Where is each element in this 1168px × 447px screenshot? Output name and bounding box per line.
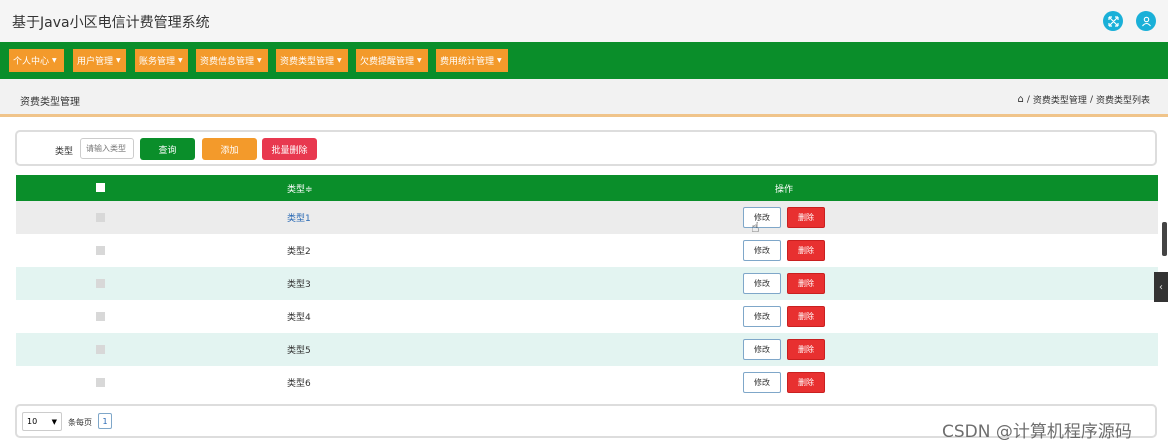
nav-item-label: 费用统计管理 bbox=[440, 57, 495, 67]
main-nav: 个人中心 ▼ 用户管理 ▼ 账务管理 ▼ 资费信息管理 ▼ 资费类型管理 ▼ 欠费提醒管理… bbox=[0, 42, 1168, 79]
nav-item-fee-statistics-management[interactable]: 费用统计管理 ▼ bbox=[436, 49, 508, 72]
type-cell: 类型6 bbox=[287, 379, 311, 389]
expand-icon[interactable] bbox=[1103, 11, 1123, 31]
type-cell: 类型5 bbox=[287, 346, 311, 356]
query-button[interactable]: 查询 bbox=[140, 138, 195, 160]
user-icon[interactable] bbox=[1136, 11, 1156, 31]
delete-button[interactable]: 删除 bbox=[787, 372, 825, 393]
type-cell: 类型1 bbox=[287, 214, 311, 224]
caret-down-icon: ▼ bbox=[257, 57, 262, 64]
row-checkbox[interactable] bbox=[96, 246, 105, 255]
nav-item-label: 账务管理 bbox=[139, 57, 176, 67]
nav-item-label: 资费信息管理 bbox=[200, 57, 255, 67]
nav-item-label: 欠费提醒管理 bbox=[360, 57, 415, 67]
actions-column-header: 操作 bbox=[775, 185, 794, 195]
caret-down-icon: ▼ bbox=[178, 57, 183, 64]
nav-item-account-management[interactable]: 账务管理 ▼ bbox=[135, 49, 188, 72]
tariff-type-table: 类型≑ 操作 类型1 修改 删除 类型2 修改 删除 类型3 修改 删除 类型4… bbox=[16, 175, 1158, 399]
breadcrumb-item-tariff-type-list: 资费类型列表 bbox=[1095, 96, 1150, 106]
table-row: 类型4 修改 删除 bbox=[16, 300, 1158, 333]
page-title: 资费类型管理 bbox=[20, 97, 80, 108]
breadcrumb: ⌂ / 资费类型管理 / 资费类型列表 bbox=[1018, 93, 1150, 106]
caret-down-icon: ▼ bbox=[337, 57, 342, 64]
edit-button[interactable]: 修改 bbox=[743, 306, 781, 327]
collapse-side-panel-icon[interactable]: ‹ bbox=[1154, 272, 1168, 302]
per-page-label: 条每页 bbox=[68, 418, 92, 427]
edit-button[interactable]: 修改 bbox=[743, 372, 781, 393]
table-row: 类型3 修改 删除 bbox=[16, 267, 1158, 300]
edit-button[interactable]: 修改 bbox=[743, 273, 781, 294]
type-cell: 类型4 bbox=[287, 313, 311, 323]
type-label: 类型 bbox=[55, 147, 74, 157]
breadcrumb-separator: / bbox=[1026, 94, 1030, 105]
row-checkbox[interactable] bbox=[96, 378, 105, 387]
type-search-input[interactable] bbox=[80, 138, 134, 159]
delete-button[interactable]: 删除 bbox=[787, 306, 825, 327]
nav-item-label: 资费类型管理 bbox=[280, 57, 335, 67]
caret-down-icon: ▼ bbox=[52, 57, 57, 64]
row-checkbox[interactable] bbox=[96, 279, 105, 288]
table-header: 类型≑ 操作 bbox=[16, 175, 1158, 201]
nav-item-personal-center[interactable]: 个人中心 ▼ bbox=[9, 49, 64, 72]
mouse-cursor-icon: ☝ bbox=[751, 220, 760, 236]
edit-button[interactable]: 修改 bbox=[743, 339, 781, 360]
page-number-button[interactable]: 1 bbox=[98, 413, 112, 429]
table-row: 类型1 修改 删除 bbox=[16, 201, 1158, 234]
breadcrumb-separator: / bbox=[1089, 94, 1093, 105]
delete-button[interactable]: 删除 bbox=[787, 207, 825, 228]
scrollbar-thumb[interactable] bbox=[1162, 222, 1167, 256]
delete-button[interactable]: 删除 bbox=[787, 273, 825, 294]
delete-button[interactable]: 删除 bbox=[787, 339, 825, 360]
caret-down-icon: ▼ bbox=[116, 57, 121, 64]
breadcrumb-item-tariff-type-management[interactable]: 资费类型管理 bbox=[1033, 93, 1087, 106]
nav-item-label: 个人中心 bbox=[13, 57, 50, 67]
table-row: 类型2 修改 删除 bbox=[16, 234, 1158, 267]
edit-button[interactable]: 修改 bbox=[743, 207, 781, 228]
watermark: CSDN @计算机程序源码 bbox=[942, 422, 1132, 442]
type-cell: 类型3 bbox=[287, 280, 311, 290]
search-panel: 类型 查询 添加 批量删除 bbox=[15, 130, 1157, 166]
app-title: 基于Java小区电信计费管理系统 bbox=[12, 15, 210, 31]
row-checkbox[interactable] bbox=[96, 345, 105, 354]
select-all-checkbox[interactable] bbox=[96, 183, 105, 192]
app-header: 基于Java小区电信计费管理系统 bbox=[0, 0, 1168, 42]
row-checkbox[interactable] bbox=[96, 213, 105, 222]
page-header-bar: 资费类型管理 ⌂ / 资费类型管理 / 资费类型列表 bbox=[0, 79, 1168, 117]
nav-item-tariff-info-management[interactable]: 资费信息管理 ▼ bbox=[196, 49, 268, 72]
table-row: 类型6 修改 删除 bbox=[16, 366, 1158, 399]
nav-item-arrears-reminder-management[interactable]: 欠费提醒管理 ▼ bbox=[356, 49, 428, 72]
delete-button[interactable]: 删除 bbox=[787, 240, 825, 261]
type-column-header[interactable]: 类型≑ bbox=[287, 182, 313, 195]
home-icon[interactable]: ⌂ bbox=[1018, 94, 1024, 105]
nav-item-user-management[interactable]: 用户管理 ▼ bbox=[73, 49, 126, 72]
nav-item-label: 用户管理 bbox=[77, 57, 114, 67]
caret-down-icon: ▼ bbox=[497, 57, 502, 64]
page-size-value: 10 bbox=[27, 417, 38, 426]
row-checkbox[interactable] bbox=[96, 312, 105, 321]
edit-button[interactable]: 修改 bbox=[743, 240, 781, 261]
add-button[interactable]: 添加 bbox=[202, 138, 257, 160]
batch-delete-button[interactable]: 批量删除 bbox=[262, 138, 317, 160]
chevron-down-icon: ▼ bbox=[51, 417, 57, 426]
nav-item-tariff-type-management[interactable]: 资费类型管理 ▼ bbox=[276, 49, 348, 72]
caret-down-icon: ▼ bbox=[417, 57, 422, 64]
table-row: 类型5 修改 删除 bbox=[16, 333, 1158, 366]
type-cell: 类型2 bbox=[287, 247, 311, 257]
page-size-select[interactable]: 10 ▼ bbox=[22, 412, 62, 431]
